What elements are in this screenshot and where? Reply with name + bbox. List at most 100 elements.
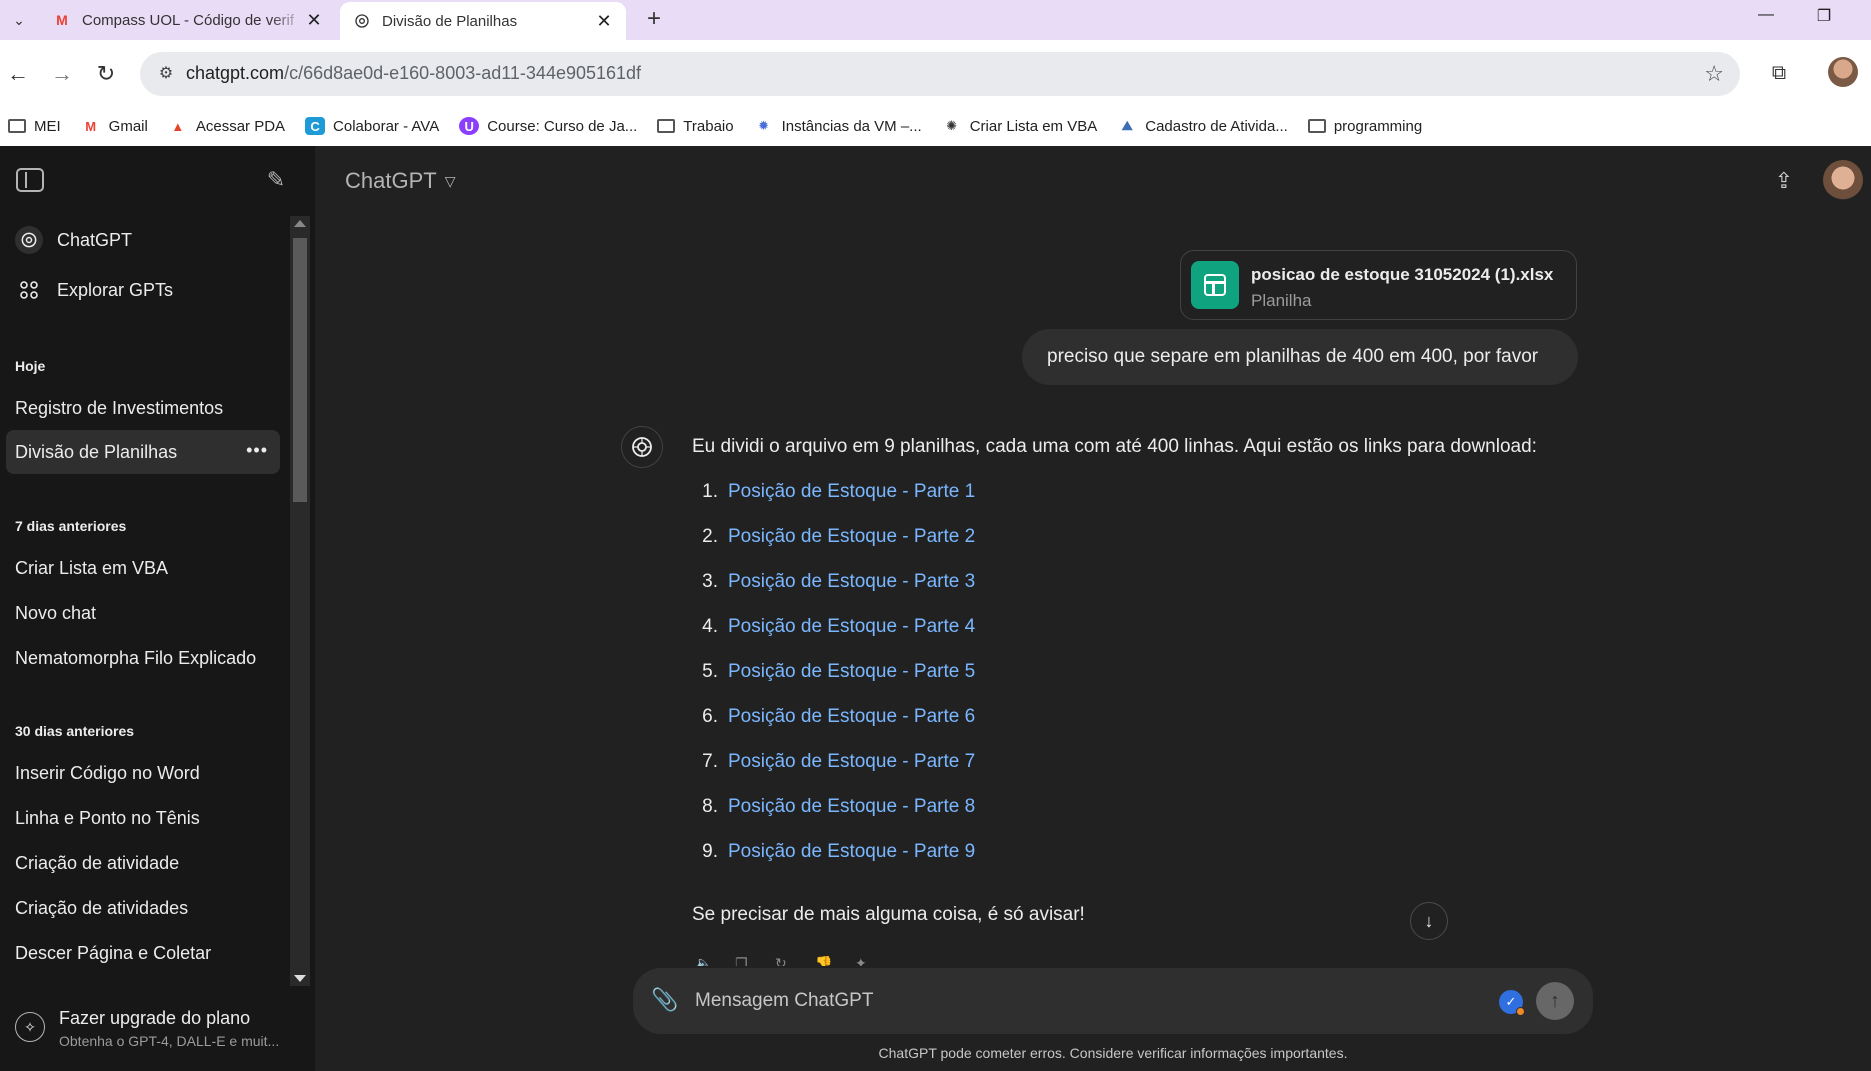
browser-tab-gmail[interactable]: M Compass UOL - Código de verif ✕ (40, 2, 336, 38)
more-options-icon[interactable]: ••• (246, 440, 268, 461)
download-link[interactable]: Posição de Estoque - Parte 4 (728, 616, 975, 638)
list-number: 2. (702, 526, 718, 547)
sidebar: ✎ ChatGPT Explorar GPTs Hoje Registro de… (0, 146, 315, 1071)
upgrade-sparkle-icon: ✧ (15, 1012, 45, 1042)
bookmark-mei[interactable]: MEI (8, 118, 61, 135)
sidebar-item-explore-gpts[interactable]: Explorar GPTs (6, 268, 280, 312)
bookmark-gmail[interactable]: M Gmail (81, 117, 148, 135)
chat-item-active[interactable]: Divisão de Planilhas ••• (6, 430, 280, 474)
download-link[interactable]: Posição de Estoque - Parte 3 (728, 571, 975, 593)
browser-tab-active[interactable]: Divisão de Planilhas ✕ (340, 2, 626, 40)
list-number: 6. (702, 706, 718, 727)
grammar-check-icon[interactable]: ✓ (1499, 990, 1525, 1016)
chat-item-label: Descer Página e Coletar (15, 942, 212, 963)
bookmark-label: Instâncias da VM –... (781, 117, 922, 135)
chat-item-label: Nematomorpha Filo Explicado (15, 647, 257, 668)
bookmark-trabaio[interactable]: Trabaio (657, 118, 734, 135)
bookmark-star-icon[interactable]: ☆ (1704, 61, 1724, 87)
chat-item[interactable]: Registro de Investimentos (6, 386, 280, 430)
chat-item-label: Inserir Código no Word (15, 762, 200, 783)
grid-icon (15, 276, 43, 304)
user-avatar[interactable] (1823, 160, 1863, 200)
bookmark-instancias[interactable]: ✹ Instâncias da VM –... (754, 117, 922, 135)
chat-item[interactable]: Criação de atividade (6, 841, 280, 885)
restore-icon[interactable]: ❐ (1804, 6, 1844, 26)
close-tab-icon[interactable]: ✕ (304, 10, 324, 31)
tab-title: Divisão de Planilhas (382, 12, 518, 30)
bookmark-course[interactable]: U Course: Curso de Ja... (459, 117, 637, 135)
message-input[interactable]: Mensagem ChatGPT (695, 990, 873, 1012)
scroll-up-arrow-icon[interactable] (294, 220, 306, 227)
download-link[interactable]: Posição de Estoque - Parte 6 (728, 706, 975, 728)
download-link[interactable]: Posição de Estoque - Parte 5 (728, 661, 975, 683)
sidebar-item-chatgpt[interactable]: ChatGPT (6, 218, 280, 262)
chat-item[interactable]: Novo chat (6, 591, 280, 635)
bookmark-colaborar[interactable]: C Colaborar - AVA (305, 117, 439, 135)
chat-main: ChatGPT ▽ ⇪ posicao de estoque 31052024 … (315, 146, 1871, 1071)
bookmark-label: programming (1333, 117, 1423, 135)
copy-icon[interactable]: ❐ (735, 954, 755, 966)
bookmark-criar-lista[interactable]: ✺ Criar Lista em VBA (942, 117, 1097, 135)
attach-paperclip-icon[interactable]: 📎 (651, 986, 679, 1014)
url-host: chatgpt.com (186, 63, 285, 83)
read-aloud-icon[interactable]: 🔈 (695, 954, 715, 966)
minimize-icon[interactable]: — (1746, 6, 1786, 24)
list-item: 8. Posição de Estoque - Parte 8 (692, 796, 975, 841)
download-link[interactable]: Posição de Estoque - Parte 2 (728, 526, 975, 548)
new-chat-edit-icon[interactable]: ✎ (262, 166, 290, 194)
close-tab-icon[interactable]: ✕ (594, 11, 614, 32)
url-text[interactable]: chatgpt.com/c/66d8ae0d-e160-8003-ad11-34… (186, 63, 641, 84)
back-arrow-icon[interactable]: ← (4, 60, 32, 88)
chat-item-label: Novo chat (15, 602, 97, 623)
list-item: 6. Posição de Estoque - Parte 6 (692, 706, 975, 751)
attachment-card[interactable]: posicao de estoque 31052024 (1).xlsx Pla… (1180, 250, 1577, 320)
new-tab-button[interactable]: + (640, 6, 668, 34)
bookmarks-bar: MEI M Gmail ▲ Acessar PDA C Colaborar - AVA… (0, 106, 1871, 146)
gmail-icon: M (56, 12, 68, 28)
assistant-logo-icon (621, 426, 663, 468)
extensions-puzzle-icon[interactable]: ⧉ (1764, 58, 1794, 88)
colaborar-icon: C (305, 117, 326, 135)
download-link[interactable]: Posição de Estoque - Parte 9 (728, 841, 975, 863)
chat-item[interactable]: Criação de atividades (6, 886, 280, 930)
thumbs-down-icon[interactable]: 👎 (815, 954, 835, 966)
spreadsheet-icon (1191, 261, 1239, 309)
bookmark-programming[interactable]: programming (1307, 117, 1423, 135)
sidebar-toggle-icon[interactable] (16, 168, 44, 192)
message-composer[interactable]: 📎 Mensagem ChatGPT ✓ ↑ (633, 968, 1593, 1034)
scrollbar-thumb[interactable] (293, 238, 307, 502)
site-settings-icon[interactable]: ⚙ (154, 62, 178, 86)
tab-search-chevron-icon[interactable]: ⌄ (6, 8, 32, 32)
regenerate-icon[interactable]: ↻ (775, 954, 795, 966)
user-message: preciso que separe em planilhas de 400 e… (1022, 329, 1578, 385)
chat-item[interactable]: Linha e Ponto no Tênis (6, 796, 280, 840)
sparkle-icon[interactable]: ✦ (855, 954, 875, 966)
chat-item[interactable]: Nematomorpha Filo Explicado (6, 636, 280, 680)
forward-arrow-icon[interactable]: → (48, 60, 76, 88)
upgrade-plan-button[interactable]: ✧ Fazer upgrade do plano Obtenha o GPT-4… (6, 998, 296, 1064)
list-number: 3. (702, 571, 718, 592)
download-link[interactable]: Posição de Estoque - Parte 1 (728, 481, 975, 503)
download-link[interactable]: Posição de Estoque - Parte 8 (728, 796, 975, 818)
share-upload-icon[interactable]: ⇪ (1769, 166, 1799, 196)
chat-item[interactable]: Criar Lista em VBA (6, 546, 280, 590)
download-link[interactable]: Posição de Estoque - Parte 7 (728, 751, 975, 773)
chat-item[interactable]: Inserir Código no Word (6, 751, 280, 795)
scroll-down-arrow-icon[interactable] (294, 975, 306, 982)
address-bar[interactable]: ⚙ chatgpt.com/c/66d8ae0d-e160-8003-ad11-… (140, 52, 1740, 96)
bookmark-cadastro[interactable]: ⛰ Cadastro de Ativida... (1117, 117, 1288, 135)
list-number: 5. (702, 661, 718, 682)
browser-profile-avatar[interactable] (1828, 57, 1858, 87)
model-selector[interactable]: ChatGPT ▽ (345, 168, 455, 194)
chat-item[interactable]: Descer Página e Coletar (6, 931, 280, 975)
send-button[interactable]: ↑ (1536, 982, 1574, 1020)
reload-icon[interactable]: ↻ (92, 60, 120, 88)
upgrade-subtitle: Obtenha o GPT-4, DALL-E e muit... (59, 1033, 280, 1049)
sidebar-scrollbar[interactable] (290, 216, 310, 986)
chat-item-label: Divisão de Planilhas (15, 441, 178, 462)
url-path: /c/66d8ae0d-e160-8003-ad11-344e905161df (284, 63, 642, 83)
bookmark-label: Course: Curso de Ja... (487, 117, 638, 135)
scroll-down-arrow-icon[interactable]: ↓ (1410, 902, 1448, 940)
bookmark-label: Gmail (108, 117, 148, 135)
bookmark-pda[interactable]: ▲ Acessar PDA (168, 117, 285, 135)
